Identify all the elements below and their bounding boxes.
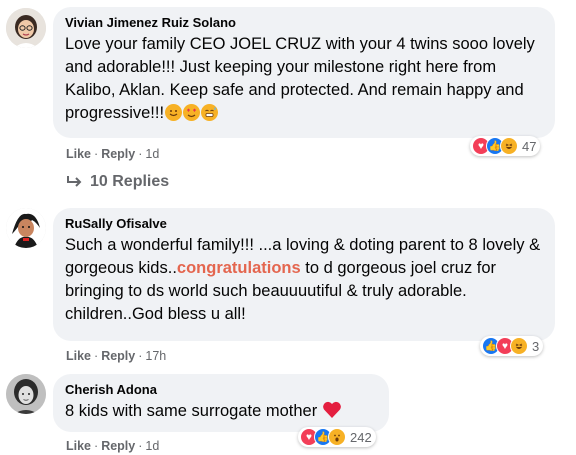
avatar[interactable] [6, 8, 46, 48]
comment-author[interactable]: Cherish Adona [65, 382, 377, 398]
comment-text-body: Love your family CEO JOEL CRUZ with your… [65, 35, 535, 122]
comment-time[interactable]: 17h [145, 349, 166, 363]
comment-actions: Like · Reply · 17h [66, 349, 167, 363]
highlighted-word: congratulations [176, 259, 301, 277]
reply-link[interactable]: Reply [101, 349, 135, 363]
reaction-count: 47 [522, 138, 537, 154]
replies-count-label: 10 Replies [90, 173, 170, 190]
comment-text-body: 8 kids with same surrogate mother [65, 402, 318, 420]
reply-arrow-icon [67, 176, 82, 187]
reaction-summary[interactable]: ♥ 👍 47 [470, 136, 541, 156]
view-replies-link[interactable]: 10 Replies [66, 173, 169, 191]
reaction-summary[interactable]: ♥ 👍 242 [298, 427, 376, 447]
reaction-count: 242 [350, 429, 372, 445]
avatar-photo-icon [6, 374, 46, 414]
comment-bubble: Vivian Jimenez Ruiz Solano Love your fam… [53, 7, 555, 138]
like-link[interactable]: Like [66, 349, 91, 363]
red-heart-emoji-icon [322, 401, 342, 426]
avatar[interactable] [6, 208, 46, 248]
comment-bubble: RuSally Ofisalve Such a wonderful family… [53, 208, 555, 341]
grin-sweat-emoji-icon [201, 104, 219, 121]
reaction-count: 3 [532, 338, 540, 354]
heart-eyes-emoji-icon [183, 104, 201, 121]
comment-time[interactable]: 1d [145, 439, 159, 453]
reply-link[interactable]: Reply [101, 439, 135, 453]
comment-text: 8 kids with same surrogate mother [65, 400, 377, 426]
comment-actions: Like · Reply · 1d [66, 439, 160, 453]
like-link[interactable]: Like [66, 147, 91, 161]
comment-text: Such a wonderful family!!! ...a loving &… [65, 234, 543, 326]
wow-icon [328, 428, 346, 446]
comment-actions: Like · Reply · 1d [66, 147, 160, 161]
comment-author[interactable]: Vivian Jimenez Ruiz Solano [65, 15, 543, 31]
avatar-photo-icon [6, 8, 46, 48]
haha-icon [500, 137, 518, 155]
comment-bubble: Cherish Adona 8 kids with same surrogate… [53, 374, 389, 432]
like-link[interactable]: Like [66, 439, 91, 453]
reply-link[interactable]: Reply [101, 147, 135, 161]
comment-author[interactable]: RuSally Ofisalve [65, 216, 543, 232]
avatar-photo-icon [6, 208, 46, 248]
comment-time[interactable]: 1d [145, 147, 159, 161]
avatar[interactable] [6, 374, 46, 414]
comment-text: Love your family CEO JOEL CRUZ with your… [65, 33, 543, 125]
smile-emoji-icon [165, 104, 183, 121]
reaction-summary[interactable]: 👍 ♥ 3 [480, 336, 544, 356]
haha-icon [510, 337, 528, 355]
